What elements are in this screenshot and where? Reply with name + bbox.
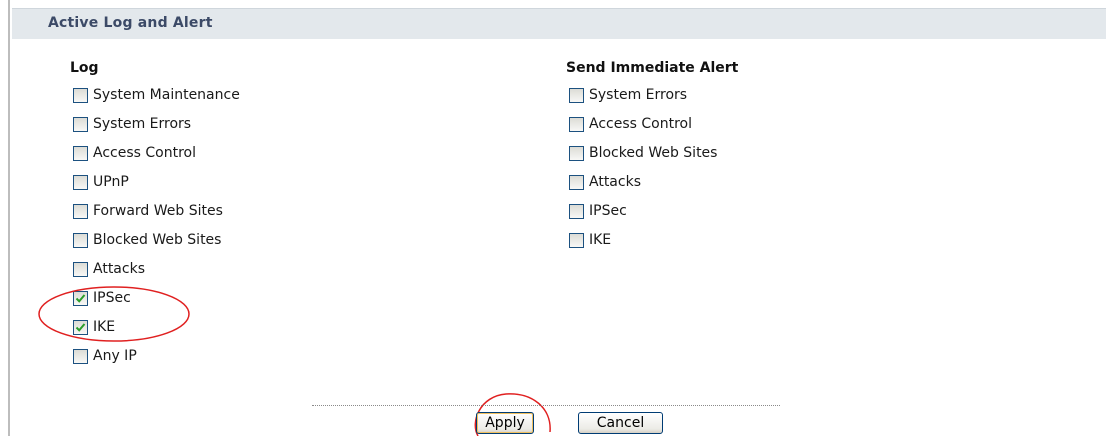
log-checkbox-blocked-web-sites[interactable] <box>73 232 88 248</box>
log-alert-page: Active Log and Alert Log System Maintena… <box>0 0 1106 436</box>
log-checkbox-access-control[interactable] <box>73 145 88 161</box>
log-label-system-maintenance: System Maintenance <box>93 87 240 103</box>
log-option-system-errors[interactable]: System Errors <box>73 114 191 134</box>
log-option-any-ip[interactable]: Any IP <box>73 346 137 366</box>
alert-label-ipsec: IPSec <box>589 203 627 219</box>
left-border <box>8 0 10 436</box>
alert-checkbox-ike[interactable] <box>569 232 584 248</box>
footer-divider <box>312 405 780 406</box>
log-option-attacks[interactable]: Attacks <box>73 259 145 279</box>
log-label-any-ip: Any IP <box>93 348 137 364</box>
alert-column: Send Immediate Alert System Errors Acces… <box>566 58 739 248</box>
section-title: Active Log and Alert <box>48 15 213 31</box>
log-option-ipsec[interactable]: IPSec <box>73 288 131 308</box>
log-heading: Log <box>70 60 99 76</box>
alert-label-access-control: Access Control <box>589 116 692 132</box>
alert-checkbox-system-errors[interactable] <box>569 87 584 103</box>
alert-checkbox-attacks[interactable] <box>569 174 584 190</box>
section-header: Active Log and Alert <box>12 8 1106 39</box>
cancel-button[interactable]: Cancel <box>578 412 663 434</box>
alert-option-ike[interactable]: IKE <box>569 230 611 250</box>
log-checkbox-attacks[interactable] <box>73 261 88 277</box>
alert-option-blocked-web-sites[interactable]: Blocked Web Sites <box>569 143 717 163</box>
log-option-blocked-web-sites[interactable]: Blocked Web Sites <box>73 230 221 250</box>
alert-heading: Send Immediate Alert <box>566 60 739 76</box>
log-option-forward-web-sites[interactable]: Forward Web Sites <box>73 201 223 221</box>
log-checkbox-forward-web-sites[interactable] <box>73 203 88 219</box>
alert-label-attacks: Attacks <box>589 174 641 190</box>
log-column: Log System Maintenance System Errors Acc… <box>70 58 240 364</box>
log-label-attacks: Attacks <box>93 261 145 277</box>
checkmark-icon <box>75 322 86 332</box>
log-label-ike: IKE <box>93 319 116 335</box>
log-label-forward-web-sites: Forward Web Sites <box>93 203 223 219</box>
alert-option-attacks[interactable]: Attacks <box>569 172 641 192</box>
log-option-upnp[interactable]: UPnP <box>73 172 129 192</box>
log-checkbox-any-ip[interactable] <box>73 348 88 364</box>
log-checkbox-upnp[interactable] <box>73 174 88 190</box>
log-label-ipsec: IPSec <box>93 290 131 306</box>
log-checkbox-system-errors[interactable] <box>73 116 88 132</box>
alert-option-access-control[interactable]: Access Control <box>569 114 692 134</box>
log-option-ike[interactable]: IKE <box>73 317 115 337</box>
log-checkbox-ipsec[interactable] <box>73 290 88 306</box>
log-checkbox-system-maintenance[interactable] <box>73 87 88 103</box>
log-option-system-maintenance[interactable]: System Maintenance <box>73 85 240 105</box>
log-option-access-control[interactable]: Access Control <box>73 143 196 163</box>
log-label-upnp: UPnP <box>93 174 129 190</box>
alert-label-blocked-web-sites: Blocked Web Sites <box>589 145 718 161</box>
alert-checkbox-ipsec[interactable] <box>569 203 584 219</box>
alert-label-ike: IKE <box>589 232 612 248</box>
alert-label-system-errors: System Errors <box>589 87 688 103</box>
log-label-system-errors: System Errors <box>93 116 192 132</box>
log-label-blocked-web-sites: Blocked Web Sites <box>93 232 222 248</box>
checkmark-icon <box>75 293 86 303</box>
alert-checkbox-blocked-web-sites[interactable] <box>569 145 584 161</box>
apply-button[interactable]: Apply <box>476 412 534 434</box>
alert-option-system-errors[interactable]: System Errors <box>569 85 687 105</box>
alert-option-ipsec[interactable]: IPSec <box>569 201 627 221</box>
alert-checkbox-access-control[interactable] <box>569 116 584 132</box>
log-checkbox-ike[interactable] <box>73 319 88 335</box>
log-label-access-control: Access Control <box>93 145 196 161</box>
